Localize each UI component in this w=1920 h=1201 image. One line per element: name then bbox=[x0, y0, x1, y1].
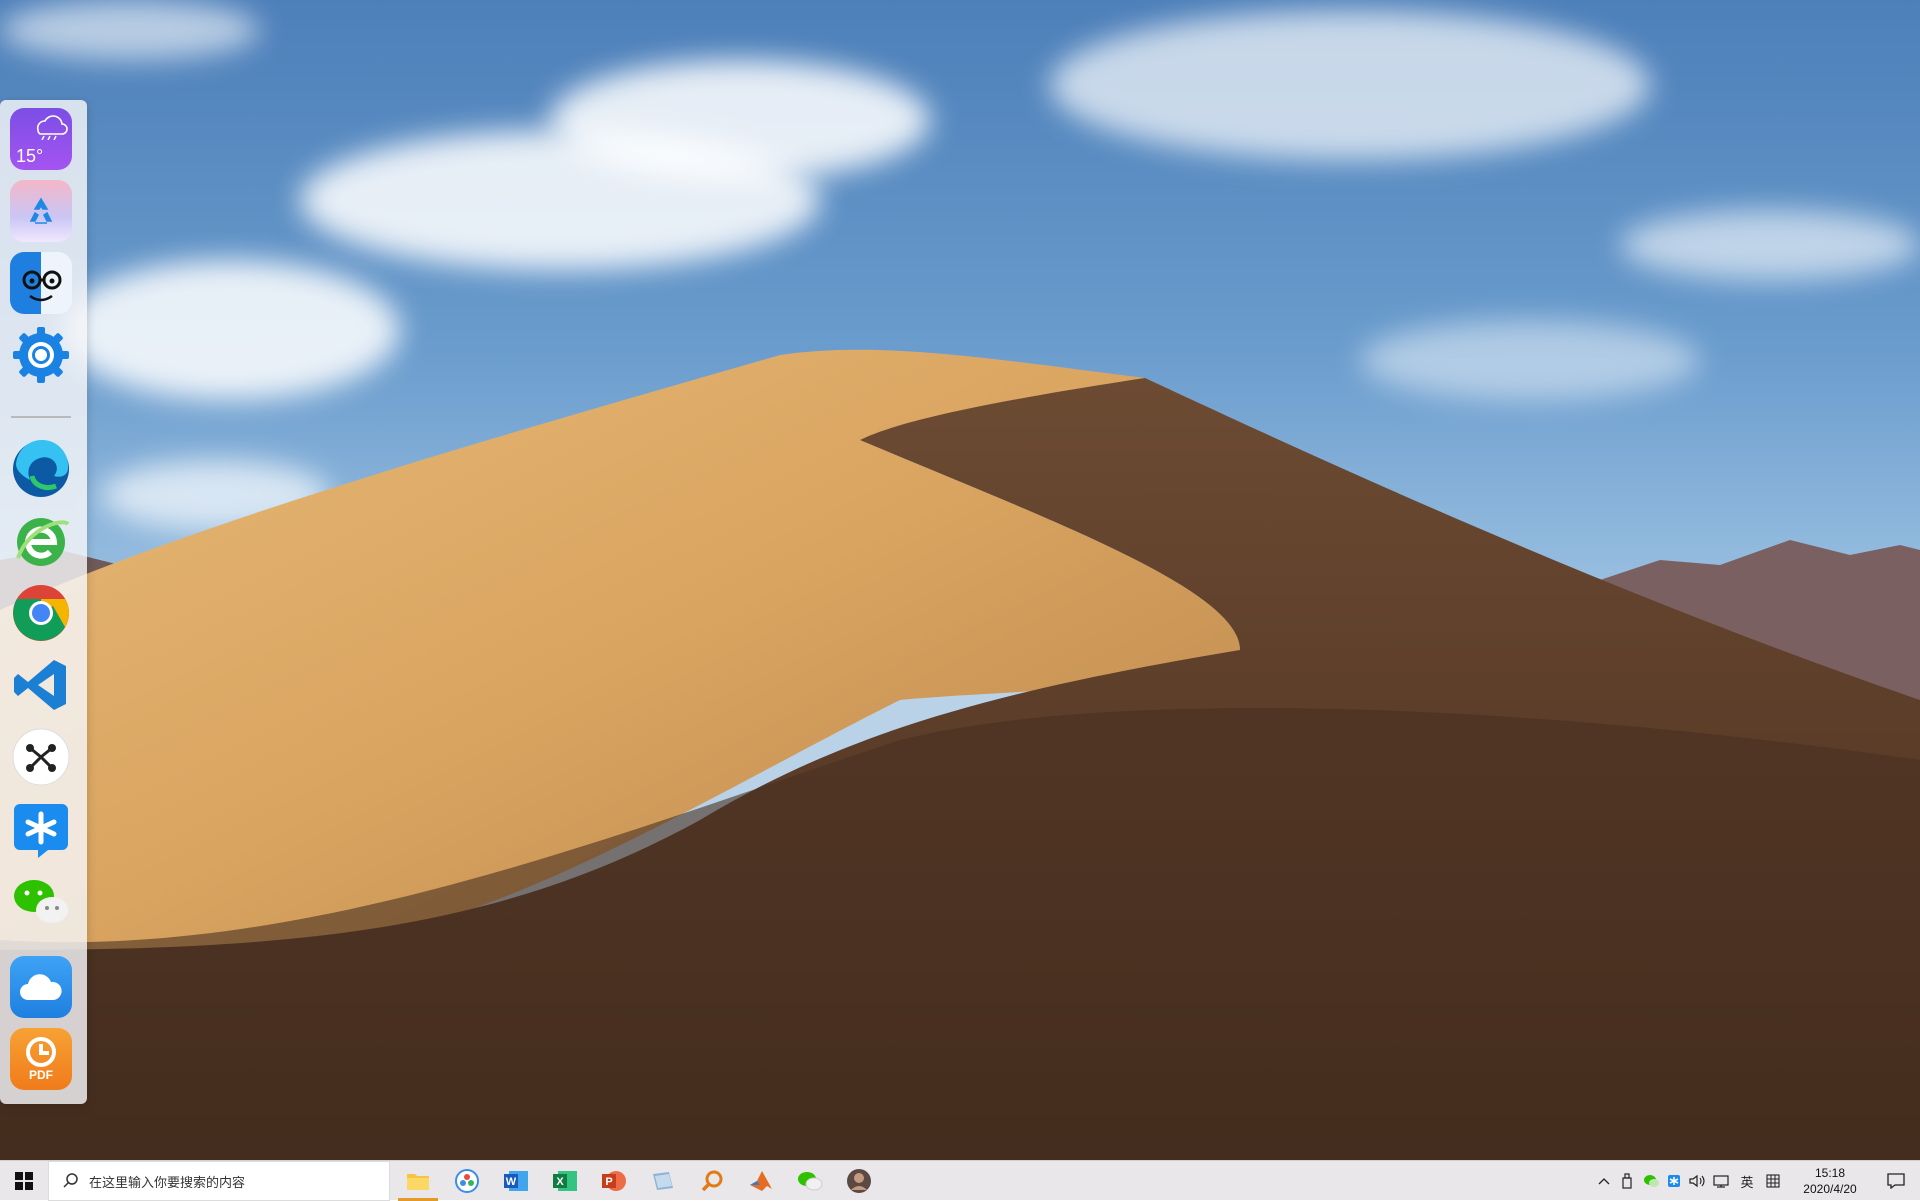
taskbar-app-blue[interactable] bbox=[639, 1161, 687, 1201]
vscode-icon[interactable] bbox=[10, 654, 72, 716]
taskbar-file-explorer[interactable] bbox=[394, 1161, 442, 1201]
document-app-icon bbox=[653, 1172, 673, 1190]
edge-browser-icon[interactable] bbox=[10, 438, 72, 500]
tray-volume-icon[interactable] bbox=[1686, 1161, 1708, 1201]
svg-text:X: X bbox=[556, 1176, 564, 1188]
graph-app-icon[interactable] bbox=[10, 726, 72, 788]
ie-browser-icon[interactable] bbox=[10, 510, 72, 572]
taskbar-wechat[interactable] bbox=[786, 1161, 834, 1201]
taskbar-search-box[interactable]: 在这里输入你要搜索的内容 bbox=[48, 1161, 390, 1201]
photos-icon bbox=[455, 1169, 479, 1193]
chevron-up-icon bbox=[1598, 1178, 1610, 1185]
weather-temperature: 15° bbox=[16, 146, 44, 166]
tray-network-icon[interactable] bbox=[1710, 1161, 1734, 1201]
pdf-label: PDF bbox=[29, 1068, 53, 1082]
tray-ime-grid-icon[interactable] bbox=[1762, 1161, 1784, 1201]
finder-icon[interactable] bbox=[10, 252, 72, 314]
settings-icon[interactable] bbox=[10, 324, 72, 386]
clock-date: 2020/4/20 bbox=[1803, 1182, 1857, 1196]
powerpoint-icon: P bbox=[602, 1171, 626, 1191]
folder-icon bbox=[407, 1174, 429, 1190]
excel-icon: X bbox=[553, 1171, 577, 1191]
tray-overflow-button[interactable] bbox=[1594, 1161, 1614, 1201]
foxit-pdf-icon[interactable]: PDF bbox=[10, 1028, 72, 1090]
tray-wechat-icon[interactable] bbox=[1640, 1161, 1662, 1201]
avatar-icon bbox=[847, 1169, 871, 1193]
action-center-button[interactable] bbox=[1872, 1161, 1920, 1201]
dock-separator bbox=[11, 416, 71, 418]
sand-dune bbox=[0, 349, 1920, 1160]
taskbar-photos-app[interactable] bbox=[443, 1161, 491, 1201]
cloud-drive-icon[interactable] bbox=[10, 956, 72, 1018]
windows-icon bbox=[15, 1172, 33, 1190]
desktop-wallpaper bbox=[0, 0, 1920, 1160]
search-placeholder: 在这里输入你要搜索的内容 bbox=[89, 1175, 246, 1191]
svg-text:P: P bbox=[605, 1176, 612, 1188]
tray-dingtalk-icon[interactable] bbox=[1664, 1161, 1684, 1201]
app-dock: 15° PDF bbox=[0, 100, 87, 1104]
wechat-icon[interactable] bbox=[10, 870, 72, 932]
taskbar-powerpoint[interactable]: P bbox=[590, 1161, 638, 1201]
taskbar-matlab[interactable] bbox=[737, 1161, 785, 1201]
tray-ime-language[interactable]: 英 bbox=[1736, 1161, 1758, 1201]
weather-widget[interactable]: 15° bbox=[10, 108, 72, 170]
taskbar-word[interactable]: W bbox=[492, 1161, 540, 1201]
clock-time: 15:18 bbox=[1814, 1166, 1846, 1180]
taskbar-search-tool[interactable] bbox=[688, 1161, 736, 1201]
taskbar-clock[interactable]: 15:18 2020/4/20 bbox=[1788, 1161, 1872, 1201]
start-button[interactable] bbox=[0, 1161, 48, 1201]
taskbar-avatar-app[interactable] bbox=[835, 1161, 883, 1201]
search-icon bbox=[63, 1173, 78, 1188]
rain-cloud-icon bbox=[36, 115, 68, 140]
tray-usb-icon[interactable] bbox=[1616, 1161, 1638, 1201]
dingtalk-icon[interactable] bbox=[10, 798, 72, 860]
chrome-icon[interactable] bbox=[10, 582, 72, 644]
matlab-icon bbox=[750, 1171, 772, 1191]
taskbar: 在这里输入你要搜索的内容 W X P 英 15:18 2020/4/20 bbox=[0, 1160, 1920, 1201]
notification-icon bbox=[1887, 1173, 1905, 1189]
magnifier-icon bbox=[701, 1170, 723, 1192]
svg-text:W: W bbox=[506, 1176, 517, 1188]
wechat-small-icon bbox=[798, 1172, 823, 1191]
word-icon: W bbox=[504, 1171, 528, 1191]
taskbar-excel[interactable]: X bbox=[541, 1161, 589, 1201]
recycle-bin-icon[interactable] bbox=[10, 180, 72, 242]
